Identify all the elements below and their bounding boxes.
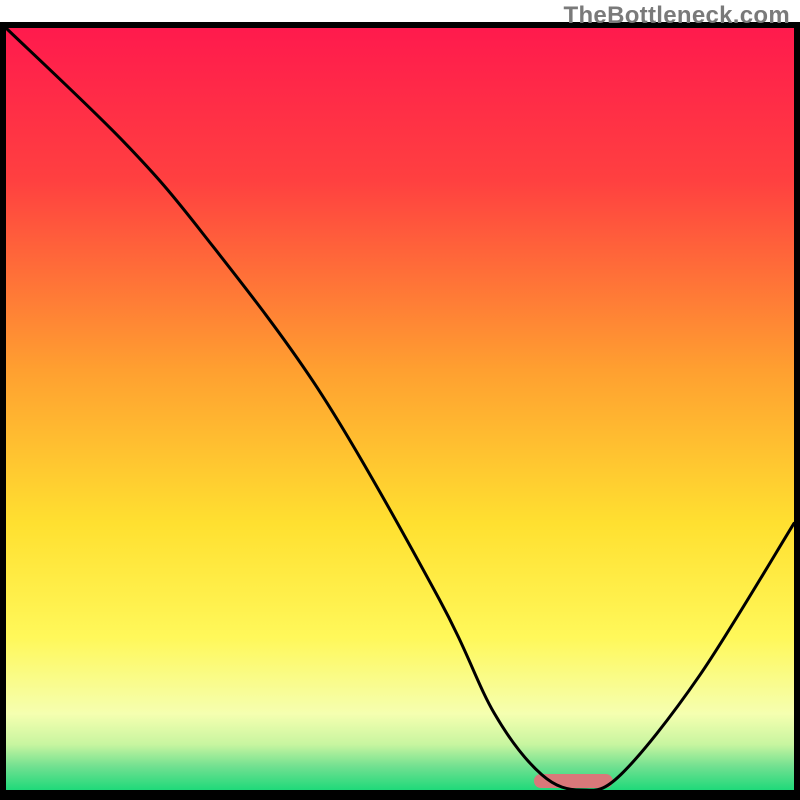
chart-svg <box>0 0 800 800</box>
bottleneck-chart: TheBottleneck.com <box>0 0 800 800</box>
watermark-label: TheBottleneck.com <box>564 2 790 30</box>
chart-border <box>794 22 800 800</box>
chart-border <box>0 22 6 800</box>
chart-border <box>0 790 800 800</box>
optimal-marker <box>534 774 613 788</box>
